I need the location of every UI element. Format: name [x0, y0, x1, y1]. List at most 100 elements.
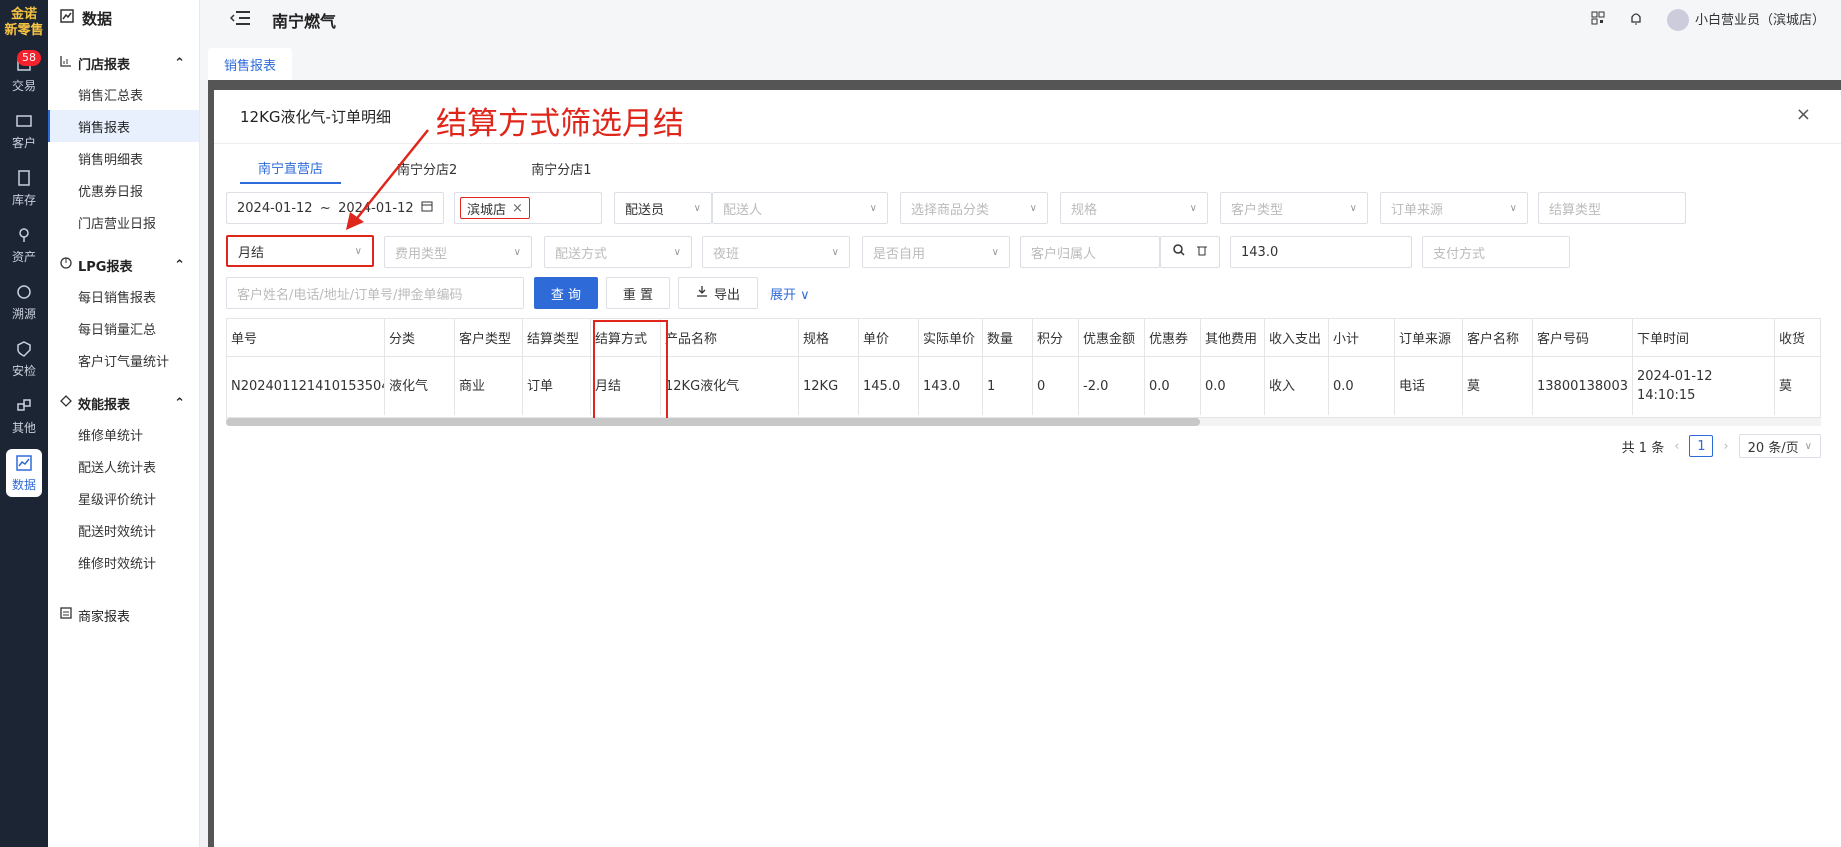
- sidebar-group-title[interactable]: LPG报表 ⌃: [48, 250, 199, 280]
- sidebar-header-title: 数据: [82, 9, 113, 28]
- column-header: 积分: [1033, 319, 1079, 356]
- column-header: 优惠金额: [1079, 319, 1145, 356]
- prev-page-icon[interactable]: ‹: [1674, 439, 1679, 454]
- owner-input[interactable]: 客户归属人: [1020, 236, 1160, 268]
- horizontal-scrollbar[interactable]: [226, 418, 1821, 426]
- sidebar-group-lpg: LPG报表 ⌃ 每日销售报表 每日销量汇总 客户订气量统计: [48, 250, 199, 376]
- bell-icon[interactable]: [1629, 11, 1643, 29]
- chart-icon: [60, 9, 74, 27]
- table-cell: N202401121410153504677724: [227, 357, 385, 415]
- table-cell: 0.0: [1201, 357, 1265, 415]
- chevron-down-icon: ∨: [513, 246, 521, 258]
- table-cell: -2.0: [1079, 357, 1145, 415]
- spec-select[interactable]: 规格 ∨: [1060, 192, 1208, 224]
- chevron-up-icon: ⌃: [174, 257, 185, 273]
- category-select[interactable]: 选择商品分类 ∨: [900, 192, 1048, 224]
- expand-link[interactable]: 展开 ∨: [770, 284, 810, 303]
- rail-item-asset[interactable]: 资产: [0, 217, 48, 274]
- next-page-icon[interactable]: ›: [1723, 439, 1728, 454]
- column-header: 优惠券: [1145, 319, 1201, 356]
- sidebar-item-delivery-time[interactable]: 配送时效统计: [48, 514, 199, 546]
- sidebar-item-coupon-daily[interactable]: 优惠券日报: [48, 174, 199, 206]
- rail-item-data[interactable]: 数据: [6, 449, 42, 497]
- rail-item-trade[interactable]: 58 交易: [0, 46, 48, 103]
- sidebar-item-merchant[interactable]: 商家报表: [48, 600, 199, 630]
- sidebar-item-sales-report[interactable]: 销售报表: [48, 110, 199, 142]
- night-shift-select[interactable]: 夜班 ∨: [702, 236, 850, 268]
- fee-type-select[interactable]: 费用类型 ∨: [384, 236, 532, 268]
- rail-item-customer[interactable]: 客户: [0, 103, 48, 160]
- table-header-row: 单号 分类 客户类型 结算类型 结算方式 产品名称 规格 单价 实际单价 数量 积分 优惠金额 优惠券其…: [227, 319, 1820, 357]
- shield-icon: [15, 340, 33, 358]
- rail-item-inventory[interactable]: 库存: [0, 160, 48, 217]
- table-cell: 12KG液化气: [661, 357, 799, 415]
- sidebar-item-rating-stats[interactable]: 星级评价统计: [48, 482, 199, 514]
- sidebar-item-store-daily[interactable]: 门店营业日报: [48, 206, 199, 238]
- delivery-role-value: 配送员: [625, 202, 665, 218]
- sidebar-group-title[interactable]: 门店报表 ⌃: [48, 48, 199, 78]
- pay-method-select[interactable]: 支付方式: [1422, 236, 1570, 268]
- expand-label: 展开: [770, 288, 797, 303]
- close-icon[interactable]: ×: [1796, 104, 1811, 125]
- category-placeholder: 选择商品分类: [911, 202, 990, 218]
- store-select[interactable]: 滨城店 ×: [454, 192, 602, 224]
- menu-fold-icon[interactable]: [229, 10, 250, 30]
- chevron-down-icon: ∨: [1029, 202, 1037, 214]
- user-menu[interactable]: 小白营业员（滨城店）: [1666, 9, 1825, 32]
- scrollbar-thumb[interactable]: [226, 418, 1200, 426]
- export-button[interactable]: 导出: [678, 277, 758, 309]
- sidebar-item-deliverer-stats[interactable]: 配送人统计表: [48, 450, 199, 482]
- deliverer-select[interactable]: 配送人 ∨: [712, 192, 888, 224]
- sidebar-item-daily-sales[interactable]: 每日销售报表: [48, 280, 199, 312]
- delivery-method-placeholder: 配送方式: [555, 246, 608, 262]
- sidebar-group-title[interactable]: 效能报表 ⌃: [48, 388, 199, 418]
- delete-icon[interactable]: [1196, 244, 1208, 260]
- rail-item-security[interactable]: 安检: [0, 331, 48, 388]
- page-size-select[interactable]: 20 条/页 ∨: [1738, 434, 1821, 458]
- settle-method-value: 月结: [238, 245, 265, 261]
- order-source-select[interactable]: 订单来源 ∨: [1380, 192, 1528, 224]
- rail-label: 库存: [11, 193, 36, 207]
- sidebar-item-customer-gas[interactable]: 客户订气量统计: [48, 344, 199, 376]
- sidebar-item-sales-summary[interactable]: 销售汇总表: [48, 78, 199, 110]
- rail-item-other[interactable]: 其他: [0, 388, 48, 445]
- chevron-down-icon: ∨: [1349, 202, 1357, 214]
- chevron-down-icon: ∨: [1804, 440, 1812, 452]
- other-icon: [15, 397, 33, 415]
- amount-input[interactable]: 143.0: [1230, 236, 1412, 268]
- tab-sales-report[interactable]: 销售报表: [208, 48, 293, 80]
- sidebar-item-sales-detail[interactable]: 销售明细表: [48, 142, 199, 174]
- table-row[interactable]: N202401121410153504677724液化气商业订单月结12KG液化…: [227, 357, 1820, 415]
- group-label: 门店报表: [78, 57, 131, 73]
- search-icon[interactable]: [1172, 244, 1185, 260]
- group-label: 效能报表: [78, 397, 131, 413]
- avatar: [1666, 9, 1689, 32]
- sidebar-item-daily-volume[interactable]: 每日销量汇总: [48, 312, 199, 344]
- sidebar-item-repair-time[interactable]: 维修时效统计: [48, 546, 199, 578]
- page-number[interactable]: 1: [1689, 435, 1714, 457]
- chevron-down-icon: ∨: [831, 246, 839, 258]
- tab-store-direct[interactable]: 南宁直营店: [240, 152, 342, 184]
- tab-store-branch1[interactable]: 南宁分店1: [513, 152, 609, 184]
- chevron-down-icon: ∨: [354, 245, 362, 257]
- table-cell: 订单: [523, 357, 591, 415]
- customer-type-select[interactable]: 客户类型 ∨: [1220, 192, 1368, 224]
- tag-close-icon[interactable]: ×: [512, 201, 523, 216]
- search-input[interactable]: 客户姓名/电话/地址/订单号/押金单编码: [226, 277, 524, 309]
- sidebar-item-repair-stats[interactable]: 维修单统计: [48, 418, 199, 450]
- download-icon: [696, 285, 708, 301]
- rail-item-trace[interactable]: 溯源: [0, 274, 48, 331]
- delivery-role-select[interactable]: 配送员 ∨: [614, 192, 712, 224]
- column-header: 产品名称: [661, 319, 799, 356]
- delivery-method-select[interactable]: 配送方式 ∨: [544, 236, 692, 268]
- query-button[interactable]: 查 询: [534, 277, 598, 309]
- qrcode-icon[interactable]: [1591, 11, 1605, 29]
- date-separator: ~: [319, 200, 331, 216]
- left-rail: 金诺 新零售 58 交易 客户 库存 资产 溯源 安检 其他 数据: [0, 0, 48, 847]
- settle-method-select[interactable]: 月结 ∨: [226, 235, 374, 267]
- reset-button[interactable]: 重 置: [606, 277, 670, 309]
- efficiency-icon: [60, 395, 72, 411]
- chart-icon: [15, 454, 33, 472]
- self-use-select[interactable]: 是否自用 ∨: [862, 236, 1010, 268]
- settle-type-select[interactable]: 结算类型: [1538, 192, 1686, 224]
